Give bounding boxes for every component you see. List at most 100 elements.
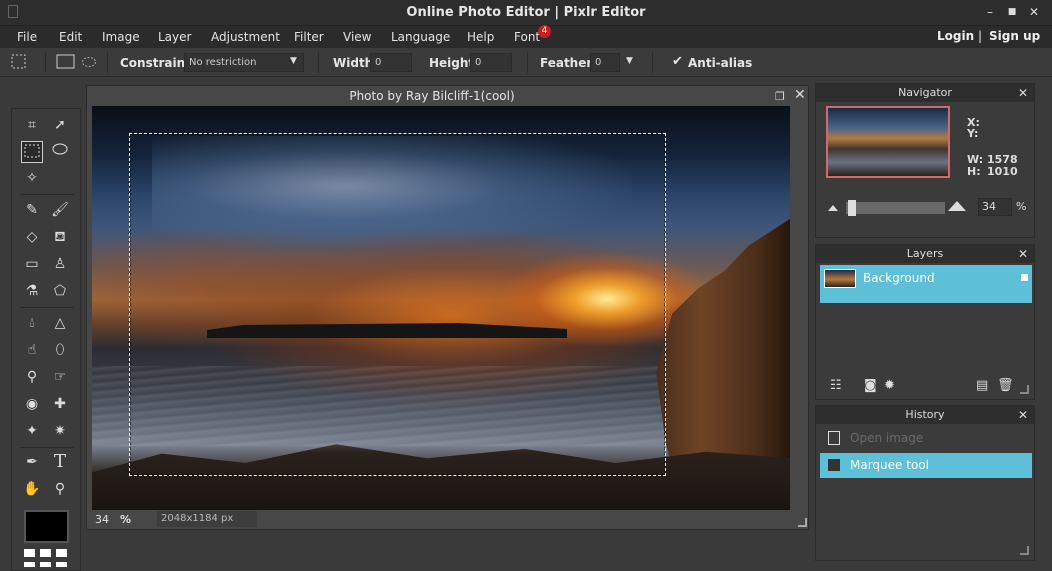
zoom-slider[interactable] <box>846 200 945 216</box>
clone-stamp-tool-icon[interactable]: ♙ <box>49 253 71 275</box>
zoom-out-icon[interactable] <box>828 205 838 211</box>
divider <box>45 52 46 73</box>
zoom-level[interactable]: 34 <box>95 513 109 526</box>
image-canvas[interactable] <box>92 106 790 510</box>
window-title: Online Photo Editor | Pixlr Editor <box>406 5 646 20</box>
gradient-tool-icon[interactable]: ▭ <box>21 253 43 275</box>
close-icon[interactable]: ✕ <box>1018 84 1028 102</box>
menu-layer[interactable]: Layer <box>158 30 191 44</box>
layer-styles-icon[interactable]: ✹ <box>884 378 895 393</box>
sharpen-tool-icon[interactable]: △ <box>49 312 71 334</box>
red-eye-tool-icon[interactable]: ◉ <box>21 393 43 415</box>
menu-adjustment[interactable]: Adjustment <box>211 30 280 44</box>
history-item-open-image[interactable]: Open image <box>820 426 1032 450</box>
move-tool-icon[interactable]: ➚ <box>49 114 71 136</box>
marquee-options-icon[interactable] <box>10 53 28 71</box>
menu-language[interactable]: Language <box>391 30 450 44</box>
restore-window-icon[interactable]: ❐ <box>775 90 785 103</box>
palette-swatch[interactable] <box>56 549 67 557</box>
palette-swatch[interactable] <box>24 549 35 557</box>
maximize-button[interactable]: ■ <box>1003 3 1021 21</box>
menu-filter[interactable]: Filter <box>294 30 324 44</box>
layers-title: Layers <box>816 245 1034 263</box>
minimize-button[interactable]: – <box>981 3 999 21</box>
trash-icon[interactable]: 🗑︎ <box>997 378 1014 393</box>
zoom-percent: % <box>1016 200 1027 213</box>
lock-icon[interactable] <box>1021 274 1028 281</box>
blur-tool-icon[interactable]: 💧︎ <box>21 312 43 334</box>
close-document-icon[interactable]: ✕ <box>794 87 806 103</box>
bloat-tool-icon[interactable]: ✦ <box>21 420 43 442</box>
zoom-slider-knob[interactable] <box>847 200 856 216</box>
palette-swatch[interactable] <box>24 562 35 567</box>
font-notification-badge: 4 <box>538 25 551 38</box>
menu-edit[interactable]: Edit <box>59 30 82 44</box>
palette-swatch[interactable] <box>56 562 67 567</box>
menu-view[interactable]: View <box>343 30 371 44</box>
crop-tool-icon[interactable]: ⌗ <box>21 114 43 136</box>
marquee-tool-icon[interactable] <box>21 141 43 163</box>
feather-input[interactable]: 0 <box>590 53 620 72</box>
marquee-selection[interactable] <box>129 133 666 476</box>
dodge-tool-icon[interactable]: ⚲ <box>21 366 43 388</box>
signup-link[interactable]: Sign up <box>989 29 1040 43</box>
navigator-thumbnail[interactable] <box>826 106 950 178</box>
type-tool-icon[interactable]: T <box>49 451 71 473</box>
sponge-tool-icon[interactable]: ⬯ <box>49 339 71 361</box>
login-link[interactable]: Login <box>937 29 974 43</box>
eraser-tool-icon[interactable]: ◇ <box>21 226 43 248</box>
navigator-title: Navigator <box>816 84 1034 102</box>
smudge-tool-icon[interactable]: ☝ <box>21 339 43 361</box>
color-picker-tool-icon[interactable]: ✒ <box>21 451 43 473</box>
menu-image[interactable]: Image <box>102 30 140 44</box>
antialias-label: Anti-alias <box>688 56 753 70</box>
resize-handle-icon[interactable] <box>1020 546 1029 555</box>
close-window-button[interactable]: ✕ <box>1025 3 1043 21</box>
palette-swatch[interactable] <box>40 562 51 567</box>
burn-tool-icon[interactable]: ☞ <box>49 366 71 388</box>
zoom-in-icon[interactable] <box>948 201 966 211</box>
constraint-select[interactable]: No restriction <box>184 53 304 72</box>
close-icon[interactable]: ✕ <box>1018 406 1028 424</box>
history-item-label: Open image <box>850 431 924 445</box>
history-item-marquee-tool[interactable]: Marquee tool <box>820 453 1032 478</box>
lasso-tool-icon[interactable] <box>49 141 71 163</box>
toolbox: ⌗ ➚ ✧ ✎ 🖌︎ ◇ ⛾ ▭ ♙ ⚗ ⬠ 💧︎ △ ☝ ⬯ ⚲ ☞ ◉ ✚ … <box>11 108 81 571</box>
menu-font[interactable]: Font <box>514 30 540 44</box>
document-icon <box>828 431 840 445</box>
foreground-color-swatch[interactable] <box>24 510 69 543</box>
pencil-tool-icon[interactable]: ✎ <box>21 199 43 221</box>
hand-tool-icon[interactable]: ✋ <box>21 478 43 500</box>
resize-handle-icon[interactable] <box>798 518 807 527</box>
checkmark-icon[interactable]: ✔ <box>672 54 683 69</box>
history-panel: History ✕ Open image Marquee tool <box>815 405 1035 561</box>
rect-marquee-icon[interactable] <box>56 54 76 70</box>
ellipse-marquee-icon[interactable] <box>81 54 97 70</box>
color-replace-tool-icon[interactable]: ⚗ <box>21 280 43 302</box>
width-input[interactable]: 0 <box>370 53 412 72</box>
magic-wand-tool-icon[interactable]: ✧ <box>21 167 43 189</box>
zoom-tool-icon[interactable]: ⚲ <box>49 478 71 500</box>
menu-help[interactable]: Help <box>467 30 494 44</box>
layer-mask-icon[interactable]: ◙ <box>864 378 877 393</box>
resize-handle-icon[interactable] <box>1020 385 1029 394</box>
drawing-tool-icon[interactable]: ⬠ <box>49 280 71 302</box>
layer-settings-icon[interactable]: ☷ <box>830 378 842 393</box>
menu-bar: File Edit Image Layer Adjustment Filter … <box>0 25 1052 48</box>
palette-swatch[interactable] <box>40 549 51 557</box>
chevron-down-icon[interactable]: ▼ <box>290 56 297 66</box>
pinch-tool-icon[interactable]: ✷ <box>49 420 71 442</box>
h-label: H: <box>967 165 981 178</box>
tool-options-bar: Constraint: No restriction ▼ Width: 0 He… <box>0 48 1052 77</box>
layers-panel: Layers ✕ Background ☷ ◙ ✹ ▤ 🗑︎ <box>815 244 1035 400</box>
chevron-down-icon[interactable]: ▼ <box>626 56 633 66</box>
zoom-input[interactable]: 34 <box>978 198 1012 216</box>
layer-item[interactable]: Background <box>820 265 1032 303</box>
new-layer-icon[interactable]: ▤ <box>976 378 988 393</box>
brush-tool-icon[interactable]: 🖌︎ <box>49 199 71 221</box>
close-icon[interactable]: ✕ <box>1018 245 1028 263</box>
menu-file[interactable]: File <box>17 30 37 44</box>
height-input[interactable]: 0 <box>470 53 512 72</box>
paint-bucket-tool-icon[interactable]: ⛾ <box>49 226 71 248</box>
spot-heal-tool-icon[interactable]: ✚ <box>49 393 71 415</box>
